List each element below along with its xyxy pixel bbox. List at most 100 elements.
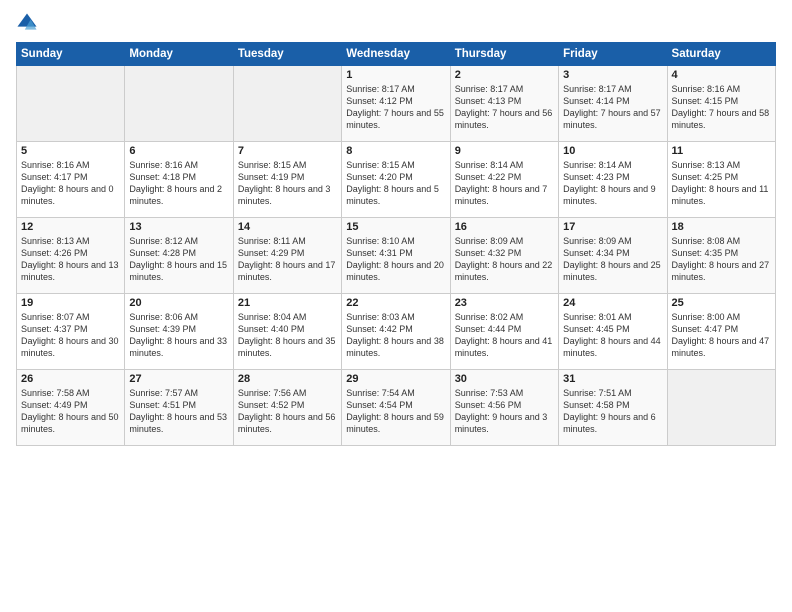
day-info: Sunrise: 8:10 AM Sunset: 4:31 PM Dayligh…: [346, 235, 445, 284]
day-cell: 22 Sunrise: 8:03 AM Sunset: 4:42 PM Dayli…: [342, 294, 450, 370]
page-header: [16, 12, 776, 34]
day-info: Sunrise: 8:16 AM Sunset: 4:17 PM Dayligh…: [21, 159, 120, 208]
day-info: Sunrise: 8:17 AM Sunset: 4:13 PM Dayligh…: [455, 83, 554, 132]
day-number: 5: [21, 145, 120, 157]
day-info: Sunrise: 8:02 AM Sunset: 4:44 PM Dayligh…: [455, 311, 554, 360]
day-number: 7: [238, 145, 337, 157]
day-cell: 24 Sunrise: 8:01 AM Sunset: 4:45 PM Dayli…: [559, 294, 667, 370]
day-cell: 19Sunrise: 8:07 AM Sunset: 4:37 PM Dayli…: [17, 294, 125, 370]
day-info: Sunrise: 7:58 AM Sunset: 4:49 PM Dayligh…: [21, 387, 120, 436]
weekday-header-wednesday: Wednesday: [342, 43, 450, 66]
day-number: 24: [563, 297, 662, 309]
weekday-header-row: SundayMondayTuesdayWednesdayThursdayFrid…: [17, 43, 776, 66]
day-number: 31: [563, 373, 662, 385]
day-number: 1: [346, 69, 445, 81]
day-cell: 15 Sunrise: 8:10 AM Sunset: 4:31 PM Dayli…: [342, 218, 450, 294]
day-number: 2: [455, 69, 554, 81]
day-cell: [17, 66, 125, 142]
weekday-header-monday: Monday: [125, 43, 233, 66]
day-info: Sunrise: 7:54 AM Sunset: 4:54 PM Dayligh…: [346, 387, 445, 436]
day-cell: 18 Sunrise: 8:08 AM Sunset: 4:35 PM Dayli…: [667, 218, 775, 294]
day-info: Sunrise: 8:04 AM Sunset: 4:40 PM Dayligh…: [238, 311, 337, 360]
day-number: 14: [238, 221, 337, 233]
day-number: 28: [238, 373, 337, 385]
day-cell: 5 Sunrise: 8:16 AM Sunset: 4:17 PM Daylig…: [17, 142, 125, 218]
day-number: 3: [563, 69, 662, 81]
day-number: 23: [455, 297, 554, 309]
day-info: Sunrise: 7:53 AM Sunset: 4:56 PM Dayligh…: [455, 387, 554, 436]
day-info: Sunrise: 8:03 AM Sunset: 4:42 PM Dayligh…: [346, 311, 445, 360]
day-number: 18: [672, 221, 771, 233]
day-cell: 23 Sunrise: 8:02 AM Sunset: 4:44 PM Dayli…: [450, 294, 558, 370]
week-row-4: 19Sunrise: 8:07 AM Sunset: 4:37 PM Dayli…: [17, 294, 776, 370]
day-info: Sunrise: 8:00 AM Sunset: 4:47 PM Dayligh…: [672, 311, 771, 360]
day-number: 21: [238, 297, 337, 309]
day-info: Sunrise: 8:16 AM Sunset: 4:18 PM Dayligh…: [129, 159, 228, 208]
day-number: 22: [346, 297, 445, 309]
day-number: 9: [455, 145, 554, 157]
day-cell: 13Sunrise: 8:12 AM Sunset: 4:28 PM Dayli…: [125, 218, 233, 294]
day-cell: 16 Sunrise: 8:09 AM Sunset: 4:32 PM Dayli…: [450, 218, 558, 294]
day-number: 25: [672, 297, 771, 309]
day-cell: 8Sunrise: 8:15 AM Sunset: 4:20 PM Daylig…: [342, 142, 450, 218]
day-info: Sunrise: 7:51 AM Sunset: 4:58 PM Dayligh…: [563, 387, 662, 436]
day-cell: [233, 66, 341, 142]
day-info: Sunrise: 8:13 AM Sunset: 4:25 PM Dayligh…: [672, 159, 771, 208]
day-number: 27: [129, 373, 228, 385]
day-cell: 11 Sunrise: 8:13 AM Sunset: 4:25 PM Dayli…: [667, 142, 775, 218]
day-cell: [667, 370, 775, 446]
day-number: 19: [21, 297, 120, 309]
day-info: Sunrise: 8:17 AM Sunset: 4:14 PM Dayligh…: [563, 83, 662, 132]
day-cell: 14 Sunrise: 8:11 AM Sunset: 4:29 PM Dayli…: [233, 218, 341, 294]
weekday-header-sunday: Sunday: [17, 43, 125, 66]
day-info: Sunrise: 8:17 AM Sunset: 4:12 PM Dayligh…: [346, 83, 445, 132]
day-info: Sunrise: 8:09 AM Sunset: 4:34 PM Dayligh…: [563, 235, 662, 284]
day-info: Sunrise: 8:13 AM Sunset: 4:26 PM Dayligh…: [21, 235, 120, 284]
day-cell: 2 Sunrise: 8:17 AM Sunset: 4:13 PM Daylig…: [450, 66, 558, 142]
day-cell: 26 Sunrise: 7:58 AM Sunset: 4:49 PM Dayli…: [17, 370, 125, 446]
day-number: 26: [21, 373, 120, 385]
weekday-header-saturday: Saturday: [667, 43, 775, 66]
logo: [16, 12, 42, 34]
week-row-2: 5 Sunrise: 8:16 AM Sunset: 4:17 PM Daylig…: [17, 142, 776, 218]
day-info: Sunrise: 8:15 AM Sunset: 4:19 PM Dayligh…: [238, 159, 337, 208]
day-cell: 17 Sunrise: 8:09 AM Sunset: 4:34 PM Dayli…: [559, 218, 667, 294]
day-number: 12: [21, 221, 120, 233]
day-info: Sunrise: 8:06 AM Sunset: 4:39 PM Dayligh…: [129, 311, 228, 360]
day-number: 15: [346, 221, 445, 233]
day-info: Sunrise: 7:57 AM Sunset: 4:51 PM Dayligh…: [129, 387, 228, 436]
day-cell: 3 Sunrise: 8:17 AM Sunset: 4:14 PM Daylig…: [559, 66, 667, 142]
logo-icon: [16, 12, 38, 34]
day-cell: 30Sunrise: 7:53 AM Sunset: 4:56 PM Dayli…: [450, 370, 558, 446]
day-info: Sunrise: 8:01 AM Sunset: 4:45 PM Dayligh…: [563, 311, 662, 360]
day-info: Sunrise: 8:14 AM Sunset: 4:22 PM Dayligh…: [455, 159, 554, 208]
weekday-header-friday: Friday: [559, 43, 667, 66]
day-cell: 12 Sunrise: 8:13 AM Sunset: 4:26 PM Dayli…: [17, 218, 125, 294]
day-number: 11: [672, 145, 771, 157]
day-number: 6: [129, 145, 228, 157]
day-info: Sunrise: 8:12 AM Sunset: 4:28 PM Dayligh…: [129, 235, 228, 284]
day-cell: 7 Sunrise: 8:15 AM Sunset: 4:19 PM Daylig…: [233, 142, 341, 218]
day-cell: 10Sunrise: 8:14 AM Sunset: 4:23 PM Dayli…: [559, 142, 667, 218]
day-number: 16: [455, 221, 554, 233]
day-cell: 29Sunrise: 7:54 AM Sunset: 4:54 PM Dayli…: [342, 370, 450, 446]
week-row-1: 1 Sunrise: 8:17 AM Sunset: 4:12 PM Daylig…: [17, 66, 776, 142]
day-cell: 1 Sunrise: 8:17 AM Sunset: 4:12 PM Daylig…: [342, 66, 450, 142]
day-info: Sunrise: 8:16 AM Sunset: 4:15 PM Dayligh…: [672, 83, 771, 132]
day-cell: 27 Sunrise: 7:57 AM Sunset: 4:51 PM Dayli…: [125, 370, 233, 446]
day-cell: 31 Sunrise: 7:51 AM Sunset: 4:58 PM Dayli…: [559, 370, 667, 446]
day-cell: 28Sunrise: 7:56 AM Sunset: 4:52 PM Dayli…: [233, 370, 341, 446]
day-info: Sunrise: 8:11 AM Sunset: 4:29 PM Dayligh…: [238, 235, 337, 284]
weekday-header-tuesday: Tuesday: [233, 43, 341, 66]
day-number: 4: [672, 69, 771, 81]
day-info: Sunrise: 8:09 AM Sunset: 4:32 PM Dayligh…: [455, 235, 554, 284]
calendar-page: SundayMondayTuesdayWednesdayThursdayFrid…: [0, 0, 792, 612]
calendar-table: SundayMondayTuesdayWednesdayThursdayFrid…: [16, 42, 776, 446]
day-cell: 9 Sunrise: 8:14 AM Sunset: 4:22 PM Daylig…: [450, 142, 558, 218]
day-info: Sunrise: 8:08 AM Sunset: 4:35 PM Dayligh…: [672, 235, 771, 284]
day-cell: 4 Sunrise: 8:16 AM Sunset: 4:15 PM Daylig…: [667, 66, 775, 142]
day-number: 20: [129, 297, 228, 309]
day-number: 17: [563, 221, 662, 233]
day-cell: [125, 66, 233, 142]
day-cell: 21 Sunrise: 8:04 AM Sunset: 4:40 PM Dayli…: [233, 294, 341, 370]
